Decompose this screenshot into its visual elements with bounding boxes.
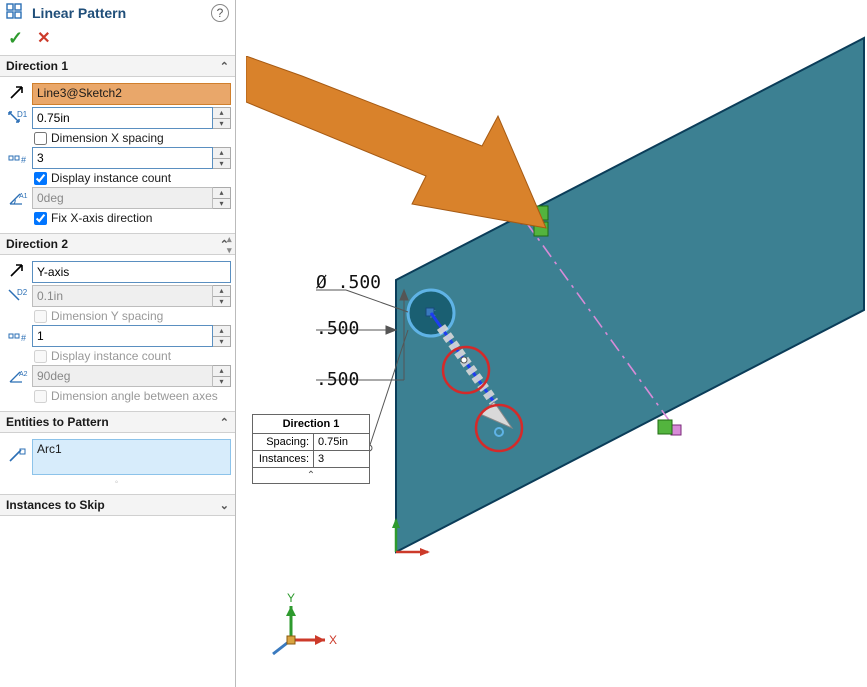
d2-display-count-checkbox (34, 350, 47, 363)
group-title-skip: Instances to Skip (6, 498, 105, 512)
d1-fixx-label: Fix X-axis direction (51, 211, 152, 225)
d1-spacing-stepper[interactable]: ▴▾ (213, 107, 231, 129)
row-d1-dimx: Dimension X spacing (34, 131, 231, 145)
callout-instances-label: Instances: (253, 451, 313, 467)
d1-display-count-checkbox[interactable] (34, 172, 47, 185)
row-d2-dim-angle: Dimension angle between axes (34, 389, 231, 403)
viewport-3d[interactable]: ✶ (236, 0, 867, 687)
d2-dim-angle-label: Dimension angle between axes (51, 389, 218, 403)
entities-resize-grip[interactable]: ◦ (4, 477, 231, 488)
svg-text:#: # (21, 333, 26, 343)
d1-reference-input[interactable]: Line3@Sketch2 (32, 83, 231, 105)
group-header-direction1[interactable]: Direction 1 ⌃ (0, 55, 235, 77)
angle-d1-icon: A1 (4, 188, 32, 208)
annotation-arrow (246, 56, 556, 246)
group-header-direction2[interactable]: Direction 2 ⌃ ▴▾ (0, 233, 235, 255)
row-entities: Arc1 (4, 439, 231, 475)
d1-dimx-checkbox[interactable] (34, 132, 47, 145)
view-triad[interactable]: Y X (273, 591, 337, 654)
confirm-row: ✓ ✕ (0, 24, 235, 55)
count-d1-icon: # (4, 148, 32, 168)
row-d2-count: # ▴▾ (4, 325, 231, 347)
d1-display-count-label: Display instance count (51, 171, 171, 185)
svg-text:D2: D2 (17, 288, 28, 297)
panel-header: Linear Pattern ? (0, 0, 235, 24)
group-header-entities[interactable]: Entities to Pattern ⌃ (0, 411, 235, 433)
triad-y-label: Y (287, 591, 295, 605)
axis-marker-bottom (658, 420, 681, 435)
direction1-callout[interactable]: Direction 1 Spacing: 0.75in Instances: 3… (252, 414, 370, 484)
row-d1-count: # ▴▾ (4, 147, 231, 169)
callout-instances-value[interactable]: 3 (313, 451, 369, 467)
svg-text:D1: D1 (17, 110, 28, 119)
help-button[interactable]: ? (211, 4, 229, 22)
group-body-direction1: Line3@Sketch2 D1 ▴▾ Dimension X spacing (0, 77, 235, 233)
row-d1-reference: Line3@Sketch2 (4, 83, 231, 105)
spacing-d2-icon: D2 (4, 286, 32, 306)
group-header-skip[interactable]: Instances to Skip ⌄ (0, 494, 235, 516)
chevron-up-icon: ⌃ (220, 416, 229, 429)
d1-dimx-label: Dimension X spacing (51, 131, 164, 145)
row-d1-fixx: Fix X-axis direction (34, 211, 231, 225)
row-d2-reference (4, 261, 231, 283)
angle-d2-icon: A2 (4, 366, 32, 386)
dim-vertical: .500 (316, 369, 359, 390)
d2-spacing-input (32, 285, 213, 307)
row-d2-angle: A2 ▴▾ (4, 365, 231, 387)
callout-expand-icon[interactable]: ⌃ (253, 467, 369, 483)
entities-icon (4, 447, 32, 467)
group-title-direction2: Direction 2 (6, 237, 68, 251)
group-body-entities: Arc1 ◦ (0, 433, 235, 494)
d1-angle-input (32, 187, 213, 209)
d1-count-input[interactable] (32, 147, 213, 169)
d2-dimy-label: Dimension Y spacing (51, 309, 163, 323)
callout-spacing-value[interactable]: 0.75in (313, 434, 369, 450)
row-d1-spacing: D1 ▴▾ (4, 107, 231, 129)
d2-spacing-stepper: ▴▾ (213, 285, 231, 307)
row-d2-dimy: Dimension Y spacing (34, 309, 231, 323)
reverse-direction1-icon[interactable] (4, 84, 32, 104)
chevron-down-icon: ⌄ (220, 499, 229, 512)
group-title-direction1: Direction 1 (6, 59, 68, 73)
dim-diameter: Ø .500 (316, 272, 381, 293)
spacing-d1-icon: D1 (4, 108, 32, 128)
midpoint-handle[interactable] (461, 357, 467, 363)
d2-dimy-checkbox (34, 310, 47, 323)
triad-x-label: X (329, 633, 337, 647)
d2-display-count-label: Display instance count (51, 349, 171, 363)
d1-fixx-checkbox[interactable] (34, 212, 47, 225)
d1-count-stepper[interactable]: ▴▾ (213, 147, 231, 169)
cancel-button[interactable]: ✕ (37, 28, 50, 49)
d2-angle-input (32, 365, 213, 387)
group-title-entities: Entities to Pattern (6, 415, 109, 429)
reverse-direction2-icon[interactable] (4, 262, 32, 282)
dim-horizontal: .500 (316, 318, 359, 339)
count-d2-icon: # (4, 326, 32, 346)
d2-dim-angle-checkbox (34, 390, 47, 403)
d2-reference-input[interactable] (32, 261, 231, 283)
row-d1-angle: A1 ▴▾ (4, 187, 231, 209)
property-panel: Linear Pattern ? ✓ ✕ Direction 1 ⌃ Line3… (0, 0, 236, 687)
d1-angle-stepper: ▴▾ (213, 187, 231, 209)
d1-spacing-input[interactable] (32, 107, 213, 129)
d2-count-stepper[interactable]: ▴▾ (213, 325, 231, 347)
ok-button[interactable]: ✓ (8, 28, 23, 49)
svg-text:A2: A2 (19, 371, 28, 378)
row-d2-spacing: D2 ▴▾ (4, 285, 231, 307)
callout-title: Direction 1 (253, 415, 369, 434)
chevron-up-icon: ⌃ (220, 60, 229, 73)
group-body-direction2: D2 ▴▾ Dimension Y spacing # ▴▾ Disp (0, 255, 235, 411)
row-d1-display-count: Display instance count (34, 171, 231, 185)
svg-text:#: # (21, 155, 26, 165)
callout-spacing-label: Spacing: (253, 434, 313, 450)
entities-list-input[interactable]: Arc1 (32, 439, 231, 475)
d2-angle-stepper: ▴▾ (213, 365, 231, 387)
row-d2-display-count: Display instance count (34, 349, 231, 363)
linear-pattern-icon (6, 4, 28, 22)
svg-text:A1: A1 (19, 193, 28, 200)
panel-title: Linear Pattern (32, 5, 211, 21)
d2-count-input[interactable] (32, 325, 213, 347)
